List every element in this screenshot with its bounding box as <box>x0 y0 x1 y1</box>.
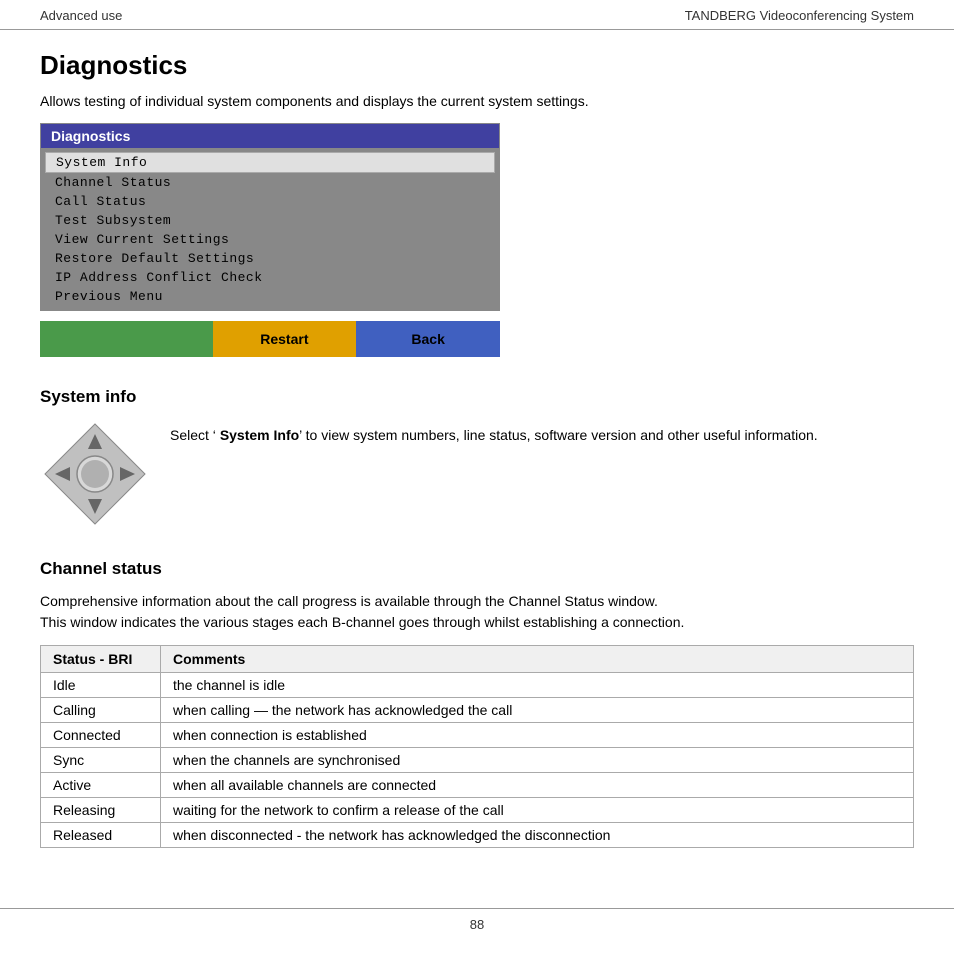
back-button[interactable]: Back <box>356 321 500 357</box>
restart-button[interactable]: Restart <box>213 321 357 357</box>
status-cell: Calling <box>41 698 161 723</box>
menu-item[interactable]: Previous Menu <box>41 287 499 306</box>
table-header-row: Status - BRI Comments <box>41 646 914 673</box>
channel-status-heading: Channel status <box>40 559 914 579</box>
comment-cell: when connection is established <box>161 723 914 748</box>
diagnostics-menu: Diagnostics System InfoChannel StatusCal… <box>40 123 500 311</box>
table-row: Releasedwhen disconnected - the network … <box>41 823 914 848</box>
table-row: Activewhen all available channels are co… <box>41 773 914 798</box>
menu-item[interactable]: View Current Settings <box>41 230 499 249</box>
status-cell: Releasing <box>41 798 161 823</box>
bri-table: Status - BRI Comments Idlethe channel is… <box>40 645 914 848</box>
menu-item[interactable]: Call Status <box>41 192 499 211</box>
comment-cell: when calling — the network has acknowled… <box>161 698 914 723</box>
page-header: Advanced use TANDBERG Videoconferencing … <box>0 0 954 30</box>
menu-items-list: System InfoChannel StatusCall StatusTest… <box>41 148 499 310</box>
table-row: Releasingwaiting for the network to conf… <box>41 798 914 823</box>
system-info-section: System info <box>40 387 914 529</box>
menu-item[interactable]: Channel Status <box>41 173 499 192</box>
status-cell: Released <box>41 823 161 848</box>
menu-item[interactable]: Restore Default Settings <box>41 249 499 268</box>
table-row: Connectedwhen connection is established <box>41 723 914 748</box>
table-row: Idlethe channel is idle <box>41 673 914 698</box>
button-bar: Restart Back <box>40 321 500 357</box>
comment-cell: waiting for the network to confirm a rel… <box>161 798 914 823</box>
table-row: Syncwhen the channels are synchronised <box>41 748 914 773</box>
dpad-icon <box>40 419 150 529</box>
page-title: Diagnostics <box>40 50 914 81</box>
status-cell: Active <box>41 773 161 798</box>
system-info-content: Select ‘ System Info’ to view system num… <box>40 419 914 529</box>
system-info-text: Select ‘ System Info’ to view system num… <box>170 419 818 446</box>
page-content: Diagnostics Allows testing of individual… <box>0 30 954 898</box>
col-status: Status - BRI <box>41 646 161 673</box>
menu-item[interactable]: System Info <box>45 152 495 173</box>
header-system: TANDBERG Videoconferencing System <box>685 8 914 23</box>
bri-table-body: Idlethe channel is idleCallingwhen calli… <box>41 673 914 848</box>
menu-header: Diagnostics <box>41 124 499 148</box>
status-cell: Sync <box>41 748 161 773</box>
comment-cell: when all available channels are connecte… <box>161 773 914 798</box>
header-section: Advanced use <box>40 8 122 23</box>
menu-item[interactable]: IP Address Conflict Check <box>41 268 499 287</box>
comment-cell: the channel is idle <box>161 673 914 698</box>
system-info-bold: System Info <box>220 427 299 443</box>
comment-cell: when disconnected - the network has ackn… <box>161 823 914 848</box>
channel-status-section: Channel status Comprehensive information… <box>40 559 914 848</box>
channel-desc-1: Comprehensive information about the call… <box>40 591 914 633</box>
comment-cell: when the channels are synchronised <box>161 748 914 773</box>
status-cell: Idle <box>41 673 161 698</box>
green-button <box>40 321 213 357</box>
menu-item[interactable]: Test Subsystem <box>41 211 499 230</box>
page-footer: 88 <box>0 908 954 940</box>
col-comments: Comments <box>161 646 914 673</box>
page-number: 88 <box>470 917 484 932</box>
system-info-heading: System info <box>40 387 914 407</box>
table-row: Callingwhen calling — the network has ac… <box>41 698 914 723</box>
page-description: Allows testing of individual system comp… <box>40 93 914 109</box>
status-cell: Connected <box>41 723 161 748</box>
